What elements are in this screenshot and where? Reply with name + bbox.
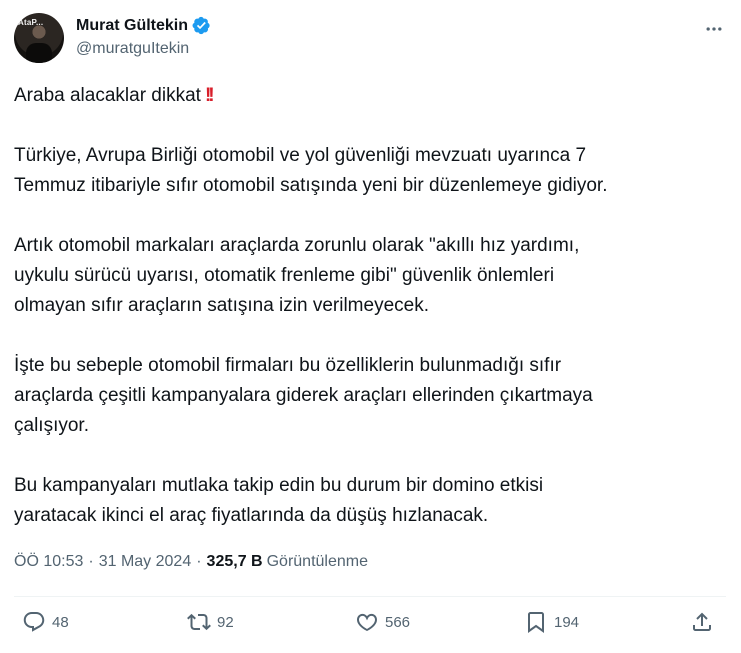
tweet-first-line: Araba alacaklar dikkat!!: [14, 81, 714, 111]
avatar-figure: [26, 43, 52, 63]
verified-badge-icon[interactable]: [192, 16, 211, 35]
tweet-text: Araba alacaklar dikkat!! Türkiye, Avrupa…: [14, 81, 714, 531]
avatar[interactable]: AtaP...: [14, 13, 64, 63]
share-icon: [693, 612, 711, 631]
tweet-paragraph: Türkiye, Avrupa Birliği otomobil ve yol …: [14, 145, 608, 196]
share-button[interactable]: [690, 610, 714, 634]
author-handle[interactable]: @muratguItekin: [76, 40, 189, 58]
reply-button[interactable]: 48: [22, 610, 69, 634]
bookmark-button[interactable]: 194: [524, 610, 579, 634]
more-horizontal-icon: [706, 27, 722, 31]
tweet-paragraph: Artık otomobil markaları araçlarda zorun…: [14, 235, 580, 316]
view-count[interactable]: 325,7 B: [207, 553, 263, 571]
retweet-count: 92: [217, 613, 234, 631]
meta-separator: ·: [88, 553, 94, 570]
double-exclamation-emoji: !!: [204, 85, 215, 106]
tweet-paragraph: İşte bu sebeple otomobil firmaları bu öz…: [14, 355, 593, 436]
retweet-button[interactable]: 92: [187, 610, 234, 634]
author-name-row: Murat Gültekin: [76, 16, 211, 35]
action-bar: 48 92 566 194: [0, 610, 741, 642]
tweet-meta: ÖÖ 10:53 · 31 May 2024 · 325,7 B Görüntü…: [14, 553, 368, 571]
reply-count: 48: [52, 613, 69, 631]
bookmark-icon: [528, 612, 544, 633]
meta-separator: ·: [196, 553, 202, 570]
divider: [14, 596, 726, 597]
tweet-date[interactable]: 31 May 2024: [99, 553, 192, 571]
tweet-paragraph: Bu kampanyaları mutlaka takip edin bu du…: [14, 475, 544, 526]
view-count-label: Görüntülenme: [266, 553, 368, 570]
reply-icon: [23, 612, 45, 632]
retweet-icon: [187, 613, 211, 631]
avatar-logo-text: AtaP...: [18, 18, 44, 27]
like-button[interactable]: 566: [355, 610, 410, 634]
like-count: 566: [385, 613, 411, 631]
more-options-button[interactable]: [702, 17, 726, 41]
bookmark-count: 194: [554, 613, 580, 631]
author-name[interactable]: Murat Gültekin: [76, 17, 188, 35]
first-line-text: Araba alacaklar dikkat: [14, 85, 201, 106]
tweet-header: AtaP... Murat Gültekin @muratguItekin: [14, 13, 726, 63]
tweet-time[interactable]: ÖÖ 10:53: [14, 553, 83, 571]
heart-icon: [357, 613, 377, 632]
